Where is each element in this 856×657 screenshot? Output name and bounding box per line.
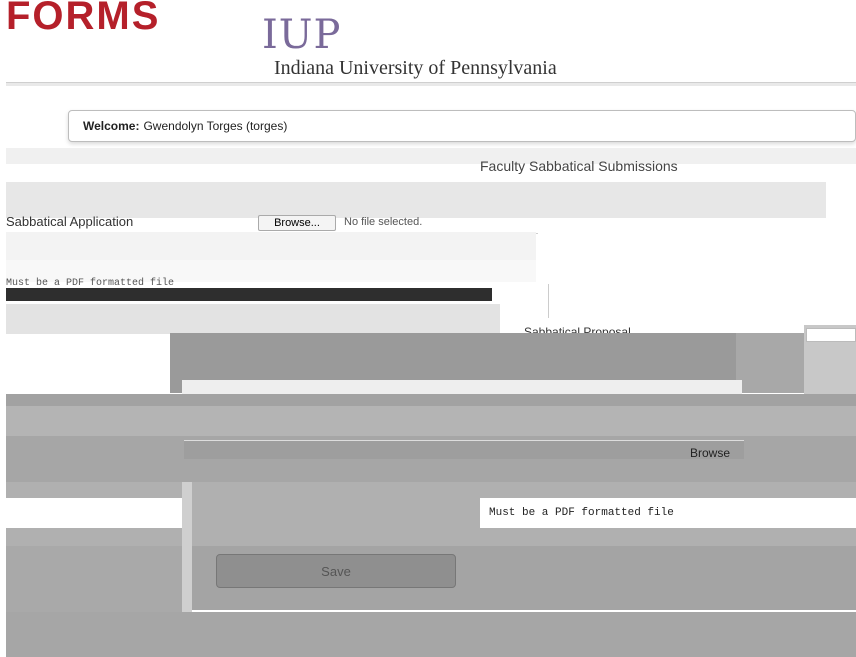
page-title: Faculty Sabbatical Submissions	[480, 158, 678, 174]
column-divider	[182, 482, 192, 612]
proposal-select[interactable]	[806, 328, 856, 342]
application-label: Sabbatical Application	[6, 214, 134, 229]
file-input-strip[interactable]	[184, 440, 744, 459]
form-band-8	[6, 406, 856, 436]
left-input[interactable]	[6, 498, 182, 528]
form-band-7	[6, 394, 856, 406]
no-file-text: No file selected.	[344, 216, 423, 228]
header-divider	[6, 82, 856, 86]
welcome-banner: Welcome: Gwendolyn Torges (torges)	[68, 110, 856, 142]
title-band	[6, 148, 856, 164]
pdf-hint-field: Must be a PDF formatted file	[480, 498, 856, 528]
forms-logo: FORMS	[6, 0, 161, 38]
application-browse-button[interactable]: Browse...	[258, 215, 336, 231]
welcome-label: Welcome:	[83, 119, 140, 133]
proposal-browse-button[interactable]: Browse	[690, 446, 730, 460]
footer	[6, 612, 856, 657]
welcome-user: Gwendolyn Torges (torges)	[143, 119, 288, 133]
progress-bar	[6, 288, 492, 301]
side-panel	[548, 284, 843, 318]
form-band-5	[6, 304, 500, 334]
form-band-11	[6, 546, 182, 612]
blank-panel	[538, 226, 836, 284]
university-name: Indiana University of Pennsylvania	[274, 57, 557, 79]
form-band-3	[6, 232, 536, 262]
iup-logo: IUP	[262, 12, 342, 58]
save-button[interactable]: Save	[216, 554, 456, 588]
form-section-band	[6, 182, 826, 218]
